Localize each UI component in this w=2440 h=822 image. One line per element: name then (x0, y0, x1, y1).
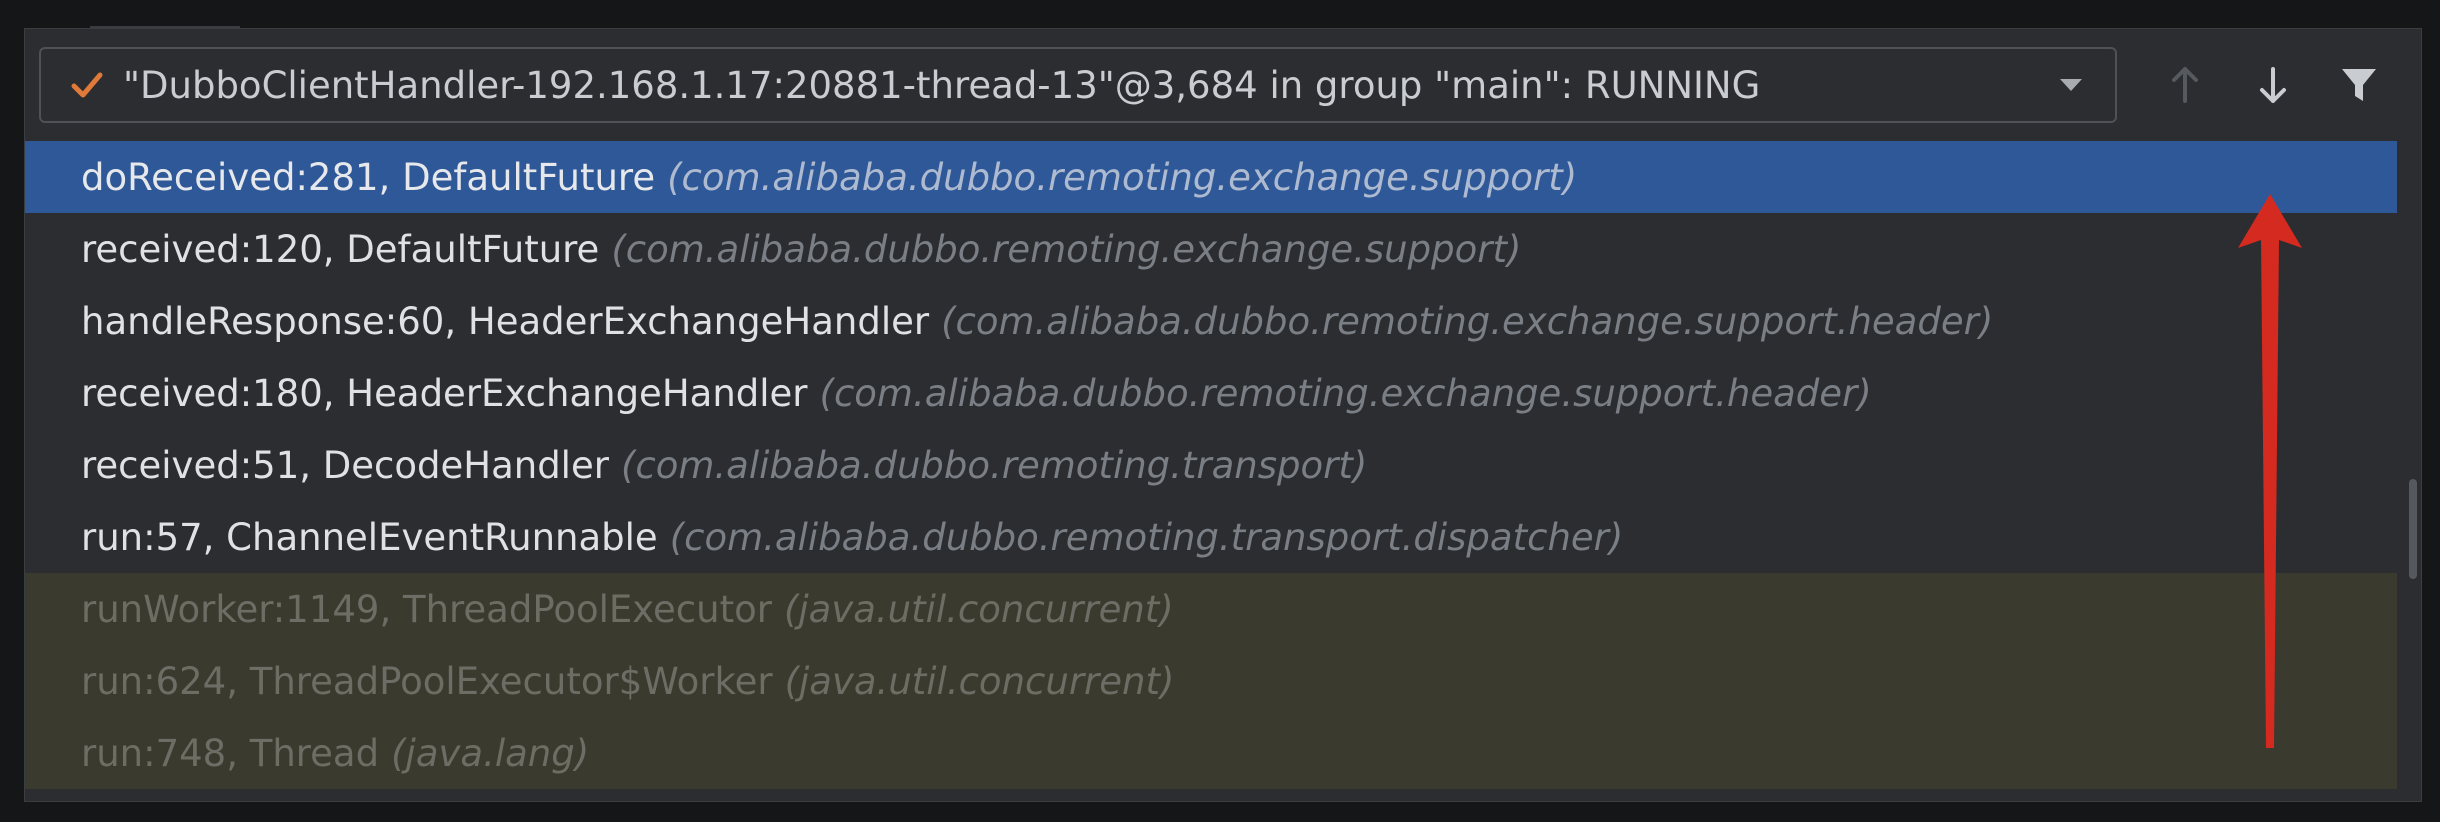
frame-method: received:180, HeaderExchangeHandler (81, 371, 808, 415)
frame-package: (com.alibaba.dubbo.remoting.transport.di… (669, 515, 1624, 559)
stack-frames-list: doReceived:281, DefaultFuture (com.aliba… (25, 141, 2397, 803)
frame-package: (com.alibaba.dubbo.remoting.exchange.sup… (941, 299, 1994, 343)
stack-frame[interactable]: run:624, ThreadPoolExecutor$Worker (java… (25, 645, 2397, 717)
stack-frame[interactable]: runWorker:1149, ThreadPoolExecutor (java… (25, 573, 2397, 645)
frames-panel: "DubboClientHandler-192.168.1.17:20881-t… (24, 28, 2422, 802)
thread-label: "DubboClientHandler-192.168.1.17:20881-t… (123, 63, 1761, 107)
frame-package: (java.lang) (391, 731, 590, 775)
frame-package: (java.util.concurrent) (783, 587, 1174, 631)
scrollbar-thumb[interactable] (2409, 479, 2417, 579)
stack-frame[interactable]: handleResponse:60, HeaderExchangeHandler… (25, 285, 2397, 357)
frame-package: (java.util.concurrent) (784, 659, 1175, 703)
frame-package: (com.alibaba.dubbo.remoting.exchange.sup… (611, 227, 1522, 271)
frame-method: run:57, ChannelEventRunnable (81, 515, 658, 559)
frame-method: handleResponse:60, HeaderExchangeHandler (81, 299, 930, 343)
frame-method: doReceived:281, DefaultFuture (81, 155, 656, 199)
frame-method: received:51, DecodeHandler (81, 443, 609, 487)
stack-frame[interactable]: doReceived:281, DefaultFuture (com.aliba… (25, 141, 2397, 213)
stack-frame[interactable]: received:120, DefaultFuture (com.alibaba… (25, 213, 2397, 285)
check-icon (63, 61, 111, 109)
frame-package: (com.alibaba.dubbo.remoting.transport) (620, 443, 1368, 487)
stack-frame[interactable]: received:180, HeaderExchangeHandler (com… (25, 357, 2397, 429)
arrow-down-icon[interactable] (2247, 59, 2299, 111)
filter-icon[interactable] (2333, 59, 2385, 111)
stack-frame[interactable]: received:51, DecodeHandler (com.alibaba.… (25, 429, 2397, 501)
frame-package: (com.alibaba.dubbo.remoting.exchange.sup… (667, 155, 1578, 199)
frame-method: received:120, DefaultFuture (81, 227, 600, 271)
stack-frame[interactable]: run:57, ChannelEventRunnable (com.alibab… (25, 501, 2397, 573)
thread-selector[interactable]: "DubboClientHandler-192.168.1.17:20881-t… (39, 47, 2117, 123)
debugger-toolbar: "DubboClientHandler-192.168.1.17:20881-t… (25, 29, 2421, 139)
frame-method: run:748, Thread (81, 731, 380, 775)
frame-package: (com.alibaba.dubbo.remoting.exchange.sup… (819, 371, 1872, 415)
frame-method: run:624, ThreadPoolExecutor$Worker (81, 659, 773, 703)
frame-method: runWorker:1149, ThreadPoolExecutor (81, 587, 772, 631)
chevron-down-icon[interactable] (2049, 63, 2093, 107)
stack-frame[interactable]: run:748, Thread (java.lang) (25, 717, 2397, 789)
arrow-up-icon[interactable] (2159, 59, 2211, 111)
